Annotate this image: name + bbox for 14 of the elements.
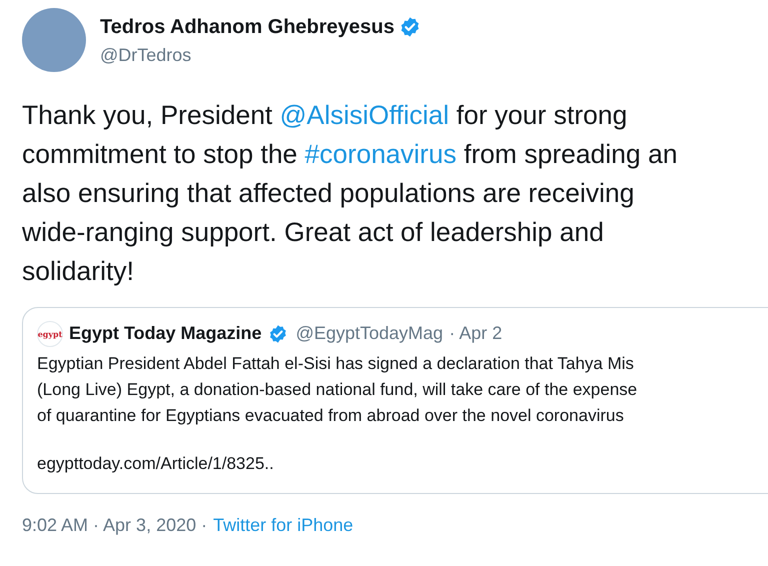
hashtag-link[interactable]: #coronavirus <box>304 139 456 169</box>
mention-link[interactable]: @AlsisiOfficial <box>280 100 450 130</box>
quoted-author-name: Egypt Today Magazine <box>69 322 262 345</box>
timestamp[interactable]: 9:02 AM · Apr 3, 2020 · <box>22 512 208 539</box>
quoted-tweet-text: Egyptian President Abdel Fattah el-Sisi has signed a declaration that Tahya Mis (Long Live) Egypt, a donation-based national fund, will take care of the expense of quarantine for Egyptians evacuated from abroad over the novel coronavirus <box>37 353 638 427</box>
quoted-author-handle: @EgyptTodayMag <box>296 322 444 345</box>
quoted-date: · Apr 2 <box>449 322 502 345</box>
quoted-tweet-card[interactable] <box>22 307 768 494</box>
quoted-link-text: egypttoday.com/Article/1/8325.. <box>37 453 275 475</box>
author-handle[interactable]: @DrTedros <box>100 42 421 68</box>
author-name[interactable]: Tedros Adhanom Ghebreyesus <box>100 12 395 42</box>
publisher-logo: egypt <box>37 320 63 346</box>
source-link[interactable]: Twitter for iPhone <box>213 512 354 539</box>
tweet-text: Thank you, President @AlsisiOfficial for your strong commitment to stop the #coronavirus from spreading an also ensuring that affected populations are receiving wide-ranging support. Great act of leadership and solidarity! <box>22 99 678 288</box>
